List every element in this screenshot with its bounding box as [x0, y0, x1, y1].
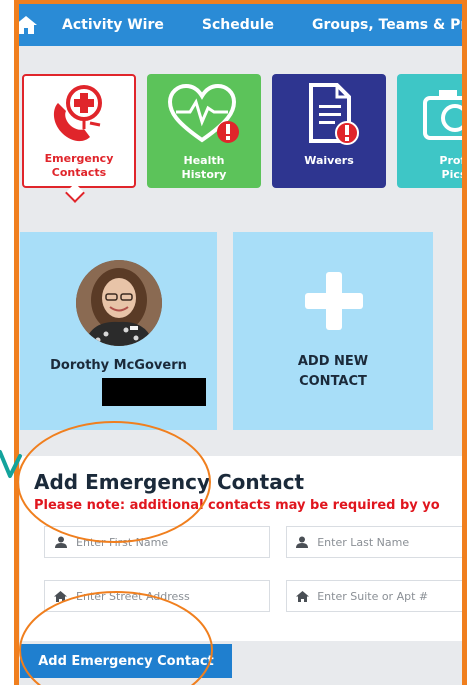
top-nav: Activity Wire Schedule Groups, Teams & P…: [14, 4, 467, 46]
annotation-border: [462, 0, 467, 685]
app-frame: Activity Wire Schedule Groups, Teams & P…: [14, 0, 467, 685]
street-address-input[interactable]: [76, 589, 269, 603]
avatar: [76, 260, 162, 346]
nav-schedule[interactable]: Schedule: [202, 17, 274, 33]
nav-groups-teams[interactable]: Groups, Teams & Pr: [312, 17, 467, 33]
add-contact-form: Add Emergency Contact Please note: addit…: [20, 456, 467, 641]
annotation-border: [14, 0, 467, 4]
redaction-bar: [102, 378, 206, 406]
suite-apt-input[interactable]: [317, 589, 467, 603]
first-name-input[interactable]: [76, 535, 269, 549]
document-alert-icon: [309, 83, 359, 145]
home-icon: [45, 581, 76, 611]
tile-waivers[interactable]: Waivers: [272, 74, 386, 188]
form-title: Add Emergency Contact: [34, 470, 305, 494]
street-address-field[interactable]: [44, 580, 270, 612]
tile-label: Emergency Contacts: [44, 152, 114, 179]
add-new-contact-card[interactable]: ADD NEW CONTACT: [233, 232, 433, 430]
add-emergency-contact-button[interactable]: Add Emergency Contact: [20, 644, 232, 678]
tile-health-history[interactable]: Health History: [147, 74, 261, 188]
camera-icon: [423, 90, 467, 140]
suite-apt-field[interactable]: [286, 580, 467, 612]
nav-activity-wire[interactable]: Activity Wire: [62, 17, 164, 33]
last-name-field[interactable]: [286, 526, 467, 558]
contact-name: Dorothy McGovern: [50, 358, 187, 373]
user-icon: [45, 527, 76, 557]
tile-label: Waivers: [304, 154, 354, 167]
form-note: Please note: additional contacts may be …: [34, 498, 440, 513]
add-new-contact-label: ADD NEW CONTACT: [297, 354, 369, 389]
heart-monitor-icon: [167, 83, 239, 143]
home-icon: [287, 581, 317, 611]
tile-profile-pics[interactable]: Profi Pics: [397, 74, 467, 188]
plus-icon: [305, 272, 363, 330]
contact-card[interactable]: Dorothy McGovern: [20, 232, 217, 430]
tile-label: Health History: [181, 154, 227, 181]
phone-medical-icon: [53, 85, 102, 142]
first-name-field[interactable]: [44, 526, 270, 558]
annotation-border: [14, 0, 19, 685]
last-name-input[interactable]: [317, 535, 467, 549]
tile-emergency-contacts[interactable]: Emergency Contacts: [22, 74, 136, 188]
user-icon: [287, 527, 317, 557]
